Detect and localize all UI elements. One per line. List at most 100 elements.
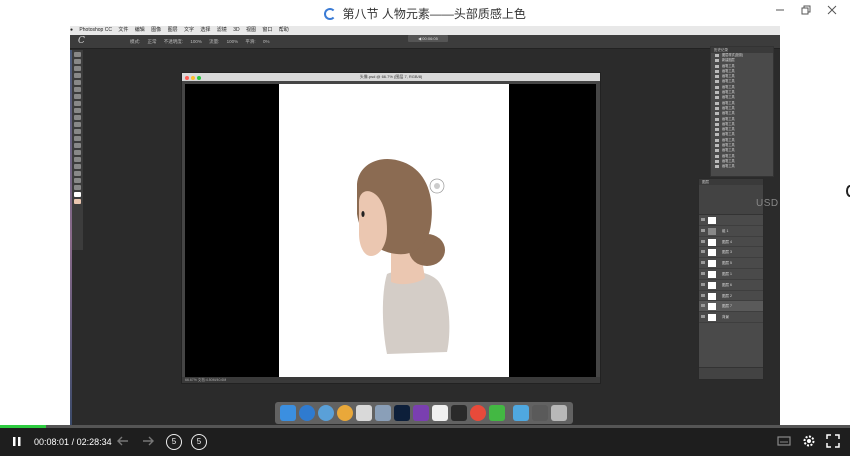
layer-name: 图层 2 <box>722 293 732 298</box>
fullscreen-button[interactable] <box>825 434 841 450</box>
foreground-color-icon <box>74 192 81 197</box>
next-button[interactable] <box>141 434 155 450</box>
layer-row: 图层 5 <box>699 258 763 269</box>
title-bar: 第八节 人物元素——头部质感上色 <box>0 0 850 26</box>
magic-wand-tool-icon <box>74 73 81 78</box>
mac-menu-item: Photoshop CC <box>79 27 112 33</box>
notes-icon <box>356 405 372 421</box>
layers-panel: 图层 组 1 图层 4 图层 3 图层 5 图层 1 图层 6 图层 2 图层 … <box>698 178 764 380</box>
minimize-button[interactable] <box>770 3 790 21</box>
video-player-window: 第八节 人物元素——头部质感上色 ● Photoshop CC 文件 编辑 图像… <box>0 0 850 456</box>
restore-button[interactable] <box>796 3 816 21</box>
settings-button[interactable] <box>801 434 817 450</box>
recording-time-badge: ◀ 00:06:05 <box>408 35 448 42</box>
history-brush-tool-icon <box>74 115 81 120</box>
keynote-icon <box>375 405 391 421</box>
shirt-shape <box>382 270 450 354</box>
player-controls: 00:08:01 / 02:28:34 5 5 <box>0 428 850 456</box>
lasso-tool-icon <box>74 66 81 71</box>
mac-menu-item: 文件 <box>118 27 129 33</box>
time-separator: / <box>71 437 75 447</box>
rewind-5-label: 5 <box>171 437 177 446</box>
eraser-tool-icon <box>74 122 81 127</box>
artboard <box>279 84 509 378</box>
layer-row <box>699 215 763 226</box>
layer-name: 图层 4 <box>722 239 732 244</box>
gear-icon <box>803 435 815 447</box>
visibility-eye-icon <box>701 239 705 243</box>
folder-icon <box>513 405 529 421</box>
move-tool-icon <box>74 52 81 57</box>
subtitle-button[interactable] <box>776 434 792 450</box>
ps-option: 平滑: <box>245 39 256 44</box>
layer-name: 图层 6 <box>722 282 732 287</box>
visibility-eye-icon <box>701 261 705 265</box>
ps-option: 不透明度: <box>163 39 184 44</box>
layer-thumbnail <box>708 281 716 289</box>
pause-icon <box>13 437 21 446</box>
marquee-tool-icon <box>74 59 81 64</box>
layer-row-selected: 图层 7 <box>699 301 763 313</box>
layer-row: 图层 2 <box>699 291 763 302</box>
mac-menu-bar: ● Photoshop CC 文件 编辑 图像 图层 文字 选择 滤镜 3D 视… <box>70 26 780 35</box>
ps-document-window: 头像.psd @ 66.7% (图层 7, RGB/8) 66.67% 文档:4… <box>181 72 601 384</box>
layer-name: 组 1 <box>722 228 729 233</box>
layer-thumbnail <box>708 238 716 246</box>
ps-option: 100% <box>190 39 202 44</box>
stamp-tool-icon <box>74 108 81 113</box>
history-item: 画笔工具 <box>711 164 773 169</box>
close-dot-icon <box>185 76 189 80</box>
mac-menu-item: 窗口 <box>262 27 273 33</box>
layer-row: 组 1 <box>699 226 763 237</box>
mac-menu-item: 文字 <box>183 27 194 33</box>
brush-tool-icon <box>74 101 81 106</box>
visibility-eye-icon <box>701 304 705 308</box>
safari-icon <box>299 405 315 421</box>
qq-icon <box>432 405 448 421</box>
photoshop-icon <box>394 405 410 421</box>
character-illustration <box>357 158 450 354</box>
document-title-bar: 头像.psd @ 66.7% (图层 7, RGB/8) <box>182 73 600 81</box>
previous-button[interactable] <box>116 434 130 450</box>
layer-name: 图层 7 <box>722 304 732 309</box>
layer-row: 图层 4 <box>699 237 763 248</box>
forward-5-button[interactable]: 5 <box>191 434 207 450</box>
duration: 02:28:34 <box>76 437 112 447</box>
minimize-dot-icon <box>191 76 196 80</box>
dodge-tool-icon <box>74 143 81 148</box>
layer-row: 图层 1 <box>699 269 763 280</box>
subtitle-icon <box>777 436 791 446</box>
video-area[interactable]: ● Photoshop CC 文件 编辑 图像 图层 文字 选择 滤镜 3D 视… <box>0 26 850 428</box>
photos-icon <box>337 405 353 421</box>
visibility-eye-icon <box>701 271 705 275</box>
layer-thumbnail <box>708 217 716 224</box>
layers-footer <box>699 367 763 379</box>
layer-name: 背景 <box>722 315 729 320</box>
trash-icon <box>551 405 567 421</box>
layer-thumbnail <box>708 270 716 278</box>
pause-button[interactable] <box>10 434 24 450</box>
mac-menu-item: 图层 <box>167 27 178 33</box>
music-icon <box>451 405 467 421</box>
ps-option: 模式: <box>130 39 141 44</box>
ps-brush-logo: C <box>78 36 85 46</box>
screen-icon <box>532 405 548 421</box>
document-status-bar: 66.67% 文档:4.50M/40.6M <box>182 377 600 383</box>
app-logo-icon <box>324 8 337 20</box>
eyedropper-tool-icon <box>74 87 81 92</box>
layer-thumbnail <box>708 303 716 311</box>
mac-menu-item: 3D <box>233 27 240 33</box>
watermark-text: USD <box>756 198 779 209</box>
visibility-eye-icon <box>701 315 705 319</box>
close-button[interactable] <box>822 3 842 21</box>
traffic-lights <box>185 75 202 83</box>
ps-option: 正常 <box>147 39 157 44</box>
gradient-tool-icon <box>74 129 81 134</box>
forward-5-label: 5 <box>196 437 202 446</box>
background-color-icon <box>74 199 81 204</box>
history-panel: 历史记录 图层样式(投影) 新建图层 画笔工具 画笔工具 画笔工具 画笔工具 画… <box>710 46 774 177</box>
layer-row: 图层 3 <box>699 247 763 259</box>
rewind-5-button[interactable]: 5 <box>166 434 182 450</box>
zoom-dot-icon <box>197 76 202 80</box>
finder-icon <box>280 405 296 421</box>
